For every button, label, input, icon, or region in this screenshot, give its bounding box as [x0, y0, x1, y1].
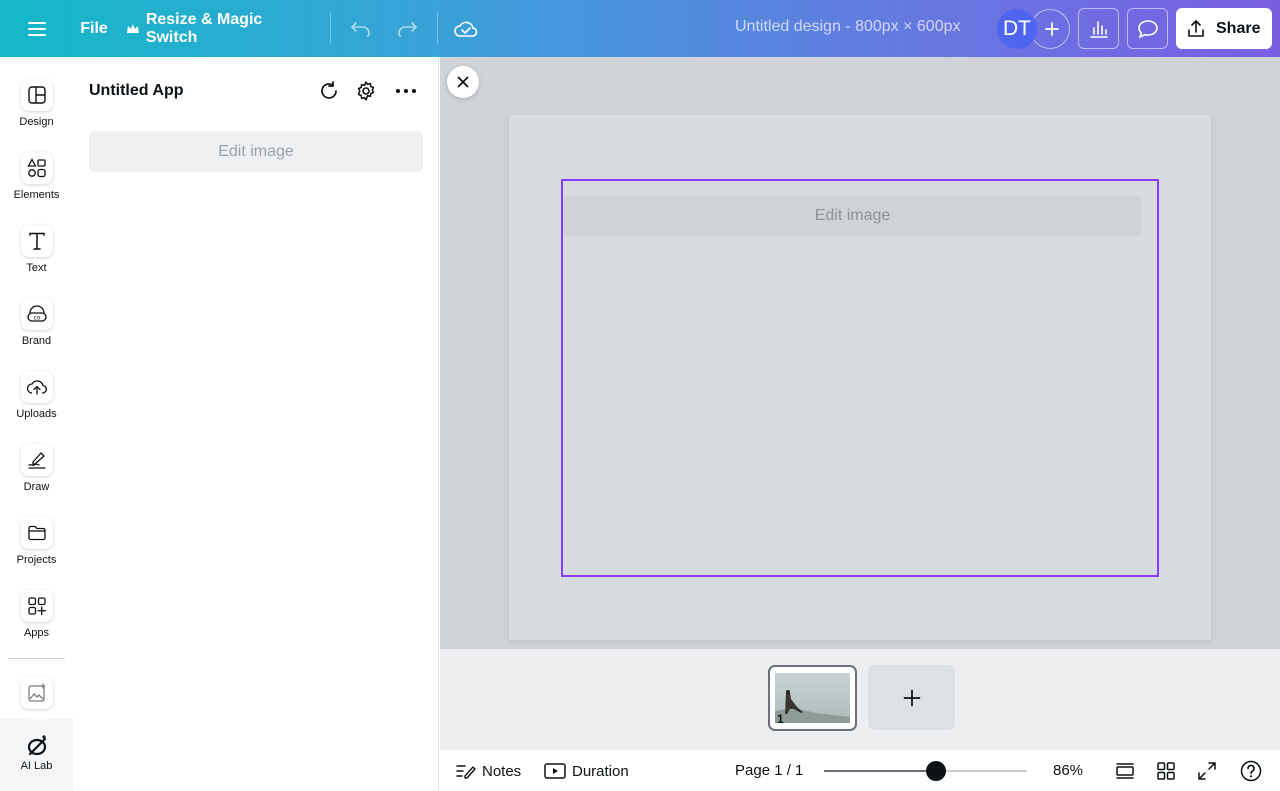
zoom-slider[interactable]	[824, 761, 1027, 781]
cloud-check-icon	[454, 21, 478, 37]
close-button[interactable]	[447, 66, 479, 98]
bottom-bar: Notes Duration Page 1 / 1 86%	[440, 750, 1280, 791]
grid-icon	[1157, 762, 1175, 780]
design-title[interactable]: Untitled design - 800px × 600px	[735, 18, 960, 36]
notes-label: Notes	[482, 762, 522, 780]
menu-button[interactable]	[18, 8, 56, 49]
insights-button[interactable]	[1078, 8, 1119, 49]
help-button[interactable]	[1240, 760, 1262, 782]
rail-item-elements[interactable]: Elements	[0, 152, 73, 212]
elements-icon	[20, 152, 53, 184]
left-rail: Design Elements Text co Brand Uploads Dr…	[0, 57, 73, 791]
add-page-button[interactable]	[868, 665, 955, 730]
rail-item-label: Uploads	[16, 408, 57, 420]
selection-box[interactable]	[561, 179, 1159, 577]
plus-icon	[903, 689, 920, 706]
comment-icon	[1137, 19, 1158, 39]
share-label: Share	[1216, 19, 1261, 37]
notes-icon	[456, 765, 476, 779]
hamburger-icon	[28, 21, 46, 36]
rail-item-projects[interactable]: Projects	[0, 517, 73, 577]
rail-item-apps[interactable]: Apps	[0, 590, 73, 650]
edit-image-label: Edit image	[218, 142, 294, 160]
more-options-button[interactable]	[394, 79, 418, 103]
grid-view-button[interactable]	[1155, 760, 1177, 782]
canvas-area: Edit image	[440, 57, 1280, 649]
page-view-button[interactable]	[1114, 760, 1136, 782]
file-menu-button[interactable]: File	[70, 8, 118, 49]
draw-icon	[20, 444, 53, 476]
ai-lab-icon	[27, 735, 46, 756]
divider	[437, 13, 438, 44]
resize-button[interactable]: Resize & Magic Switch	[126, 8, 316, 49]
avatar-initials: DT	[1003, 17, 1031, 40]
redo-button[interactable]	[388, 8, 426, 49]
undo-button[interactable]	[342, 8, 380, 49]
rail-item-label: Projects	[16, 554, 57, 566]
rail-item-label: Draw	[23, 481, 50, 493]
panel-title: Untitled App	[89, 82, 184, 99]
rail-divider	[8, 658, 65, 659]
page-thumbnail-image	[775, 673, 850, 723]
rail-item-draw[interactable]: Draw	[0, 444, 73, 504]
plus-icon	[1045, 22, 1059, 36]
edit-image-button[interactable]: Edit image	[89, 131, 423, 172]
zoom-percentage[interactable]: 86%	[1053, 762, 1083, 779]
apps-icon	[20, 590, 53, 622]
more-horizontal-icon	[396, 89, 416, 93]
crown-icon	[126, 23, 139, 33]
expand-icon	[1198, 762, 1216, 780]
resize-label: Resize & Magic Switch	[145, 10, 263, 46]
comments-button[interactable]	[1127, 8, 1168, 49]
rail-item-label: Brand	[21, 335, 52, 347]
bar-chart-icon	[1089, 20, 1108, 38]
text-icon	[20, 225, 53, 257]
save-status-button[interactable]	[447, 8, 485, 49]
projects-icon	[20, 517, 53, 549]
file-menu-label: File	[80, 19, 108, 37]
page-indicator[interactable]: Page 1 / 1	[735, 762, 803, 779]
rail-item-brand[interactable]: co Brand	[0, 298, 73, 358]
rail-item-uploads[interactable]: Uploads	[0, 371, 73, 431]
settings-button[interactable]	[354, 79, 378, 103]
page-view-icon	[1116, 763, 1134, 779]
app-panel: Untitled App Edit image	[73, 57, 439, 791]
divider	[330, 13, 331, 44]
rail-item-label: Text	[26, 262, 47, 274]
ai-lab-label: AI Lab	[20, 760, 53, 772]
zoom-slider-fill	[824, 770, 936, 772]
share-icon	[1188, 19, 1204, 37]
magic-image-icon	[20, 677, 53, 709]
svg-text:co: co	[33, 315, 40, 322]
uploads-icon	[20, 371, 53, 403]
gear-icon	[357, 81, 375, 101]
top-bar: File Resize & Magic Switch Untitled desi…	[0, 0, 1280, 57]
page-thumbnail-number: 1	[777, 712, 784, 726]
zoom-slider-handle[interactable]	[926, 761, 946, 781]
close-icon	[457, 76, 469, 88]
fullscreen-button[interactable]	[1196, 760, 1218, 782]
rail-item-design[interactable]: Design	[0, 79, 73, 139]
rail-item-text[interactable]: Text	[0, 225, 73, 285]
rail-item-label: Design	[19, 116, 54, 128]
design-icon	[20, 79, 53, 111]
rail-bottom-area: AI Lab	[0, 718, 73, 791]
brand-icon: co	[20, 298, 53, 330]
play-box-icon	[544, 763, 566, 779]
rail-item-label: Elements	[13, 189, 60, 201]
pages-strip: 1	[440, 649, 1280, 750]
help-icon	[1240, 760, 1262, 782]
duration-label: Duration	[572, 762, 629, 780]
refresh-button[interactable]	[317, 79, 341, 103]
avatar[interactable]: DT	[997, 9, 1037, 49]
undo-icon	[351, 21, 370, 37]
refresh-icon	[321, 81, 337, 99]
page-thumbnail[interactable]: 1	[768, 665, 857, 731]
rail-item-label: Apps	[23, 627, 50, 639]
rail-item-ai-lab[interactable]: AI Lab	[0, 734, 73, 791]
redo-icon	[398, 21, 417, 37]
notes-button[interactable]: Notes	[456, 760, 521, 782]
share-button[interactable]: Share	[1176, 8, 1272, 49]
duration-button[interactable]: Duration	[544, 760, 629, 782]
